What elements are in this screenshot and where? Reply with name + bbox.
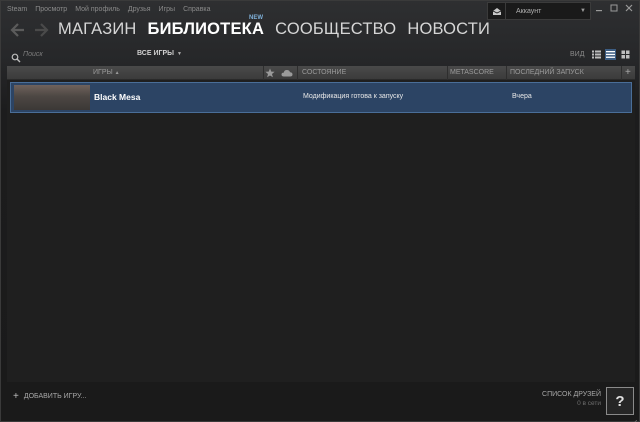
main-nav: МАГАЗИН БИБЛИОТЕКА СООБЩЕСТВО НОВОСТИ: [58, 20, 490, 39]
view-label: ВИД: [570, 51, 585, 58]
view-details-icon[interactable]: [591, 49, 602, 60]
tab-community[interactable]: СООБЩЕСТВО: [275, 20, 396, 39]
column-last-played[interactable]: ПОСЛЕДНИЙ ЗАПУСК: [510, 69, 584, 76]
column-status[interactable]: СОСТОЯНИЕ: [302, 69, 346, 76]
menu-help[interactable]: Справка: [183, 6, 210, 18]
help-button[interactable]: ?: [606, 387, 634, 415]
notification-icon[interactable]: [488, 3, 506, 19]
view-grid-icon[interactable]: [620, 49, 631, 60]
table-header: ИГРЫ ▲ СОСТОЯНИЕ METASCORE ПОСЛЕДНИЙ ЗАП…: [7, 66, 635, 80]
column-separator: [263, 66, 264, 80]
menu-games[interactable]: Игры: [159, 6, 176, 18]
resize-grip-icon[interactable]: [631, 413, 638, 422]
tab-library[interactable]: БИБЛИОТЕКА: [148, 20, 265, 39]
maximize-icon[interactable]: [609, 4, 618, 13]
column-separator: [447, 66, 448, 80]
menu-profile[interactable]: Мой профиль: [75, 6, 120, 18]
search-icon: [11, 50, 21, 63]
steam-window: Steam Просмотр Мой профиль Друзья Игры С…: [0, 0, 640, 422]
favorite-star-icon[interactable]: [265, 68, 275, 80]
window-controls: [594, 4, 633, 13]
menu-steam[interactable]: Steam: [7, 6, 27, 18]
menu-view[interactable]: Просмотр: [35, 6, 67, 18]
column-games[interactable]: ИГРЫ ▲: [93, 69, 120, 76]
add-column-icon[interactable]: +: [625, 67, 631, 78]
chevron-down-icon: ▼: [580, 8, 586, 14]
chevron-down-icon: ▼: [176, 50, 182, 57]
menu-friends[interactable]: Друзья: [128, 6, 151, 18]
back-arrow-icon[interactable]: [9, 21, 27, 39]
game-name: Black Mesa: [94, 92, 141, 102]
game-thumbnail: [14, 85, 90, 110]
view-list-icon[interactable]: [605, 49, 616, 60]
friends-list-button[interactable]: СПИСОК ДРУЗЕЙ: [542, 391, 601, 398]
add-game-button[interactable]: + ДОБАВИТЬ ИГРУ...: [13, 391, 86, 402]
games-filter-dropdown[interactable]: ВСЕ ИГРЫ ▼: [137, 50, 182, 57]
friends-online-count: 0 в сети: [577, 400, 601, 407]
add-game-label: ДОБАВИТЬ ИГРУ...: [23, 393, 87, 400]
column-metascore[interactable]: METASCORE: [450, 69, 494, 76]
table-row[interactable]: Black Mesa Модификация готова к запуску …: [10, 82, 632, 113]
cloud-icon[interactable]: [281, 69, 293, 79]
column-separator: [506, 66, 507, 80]
minimize-icon[interactable]: [594, 4, 603, 13]
menu-bar: Steam Просмотр Мой профиль Друзья Игры С…: [7, 6, 211, 18]
column-games-label: ИГРЫ: [93, 69, 113, 76]
account-name: Аккаунт: [516, 7, 542, 15]
close-icon[interactable]: [624, 4, 633, 13]
games-table: ИГРЫ ▲ СОСТОЯНИЕ METASCORE ПОСЛЕДНИЙ ЗАП…: [7, 66, 635, 382]
sort-asc-icon: ▲: [114, 70, 120, 76]
column-separator: [621, 66, 622, 80]
tab-news[interactable]: НОВОСТИ: [407, 20, 490, 39]
filter-label: ВСЕ ИГРЫ: [137, 50, 174, 57]
plus-icon: +: [13, 391, 19, 402]
tab-store[interactable]: МАГАЗИН: [58, 20, 137, 39]
search-input[interactable]: [23, 48, 123, 60]
game-last-played: Вчера: [512, 93, 532, 100]
help-label: ?: [615, 392, 625, 410]
account-dropdown[interactable]: Аккаунт ▼: [487, 2, 591, 20]
column-separator: [297, 66, 298, 80]
forward-arrow-icon[interactable]: [32, 21, 50, 39]
game-status: Модификация готова к запуску: [303, 93, 404, 100]
